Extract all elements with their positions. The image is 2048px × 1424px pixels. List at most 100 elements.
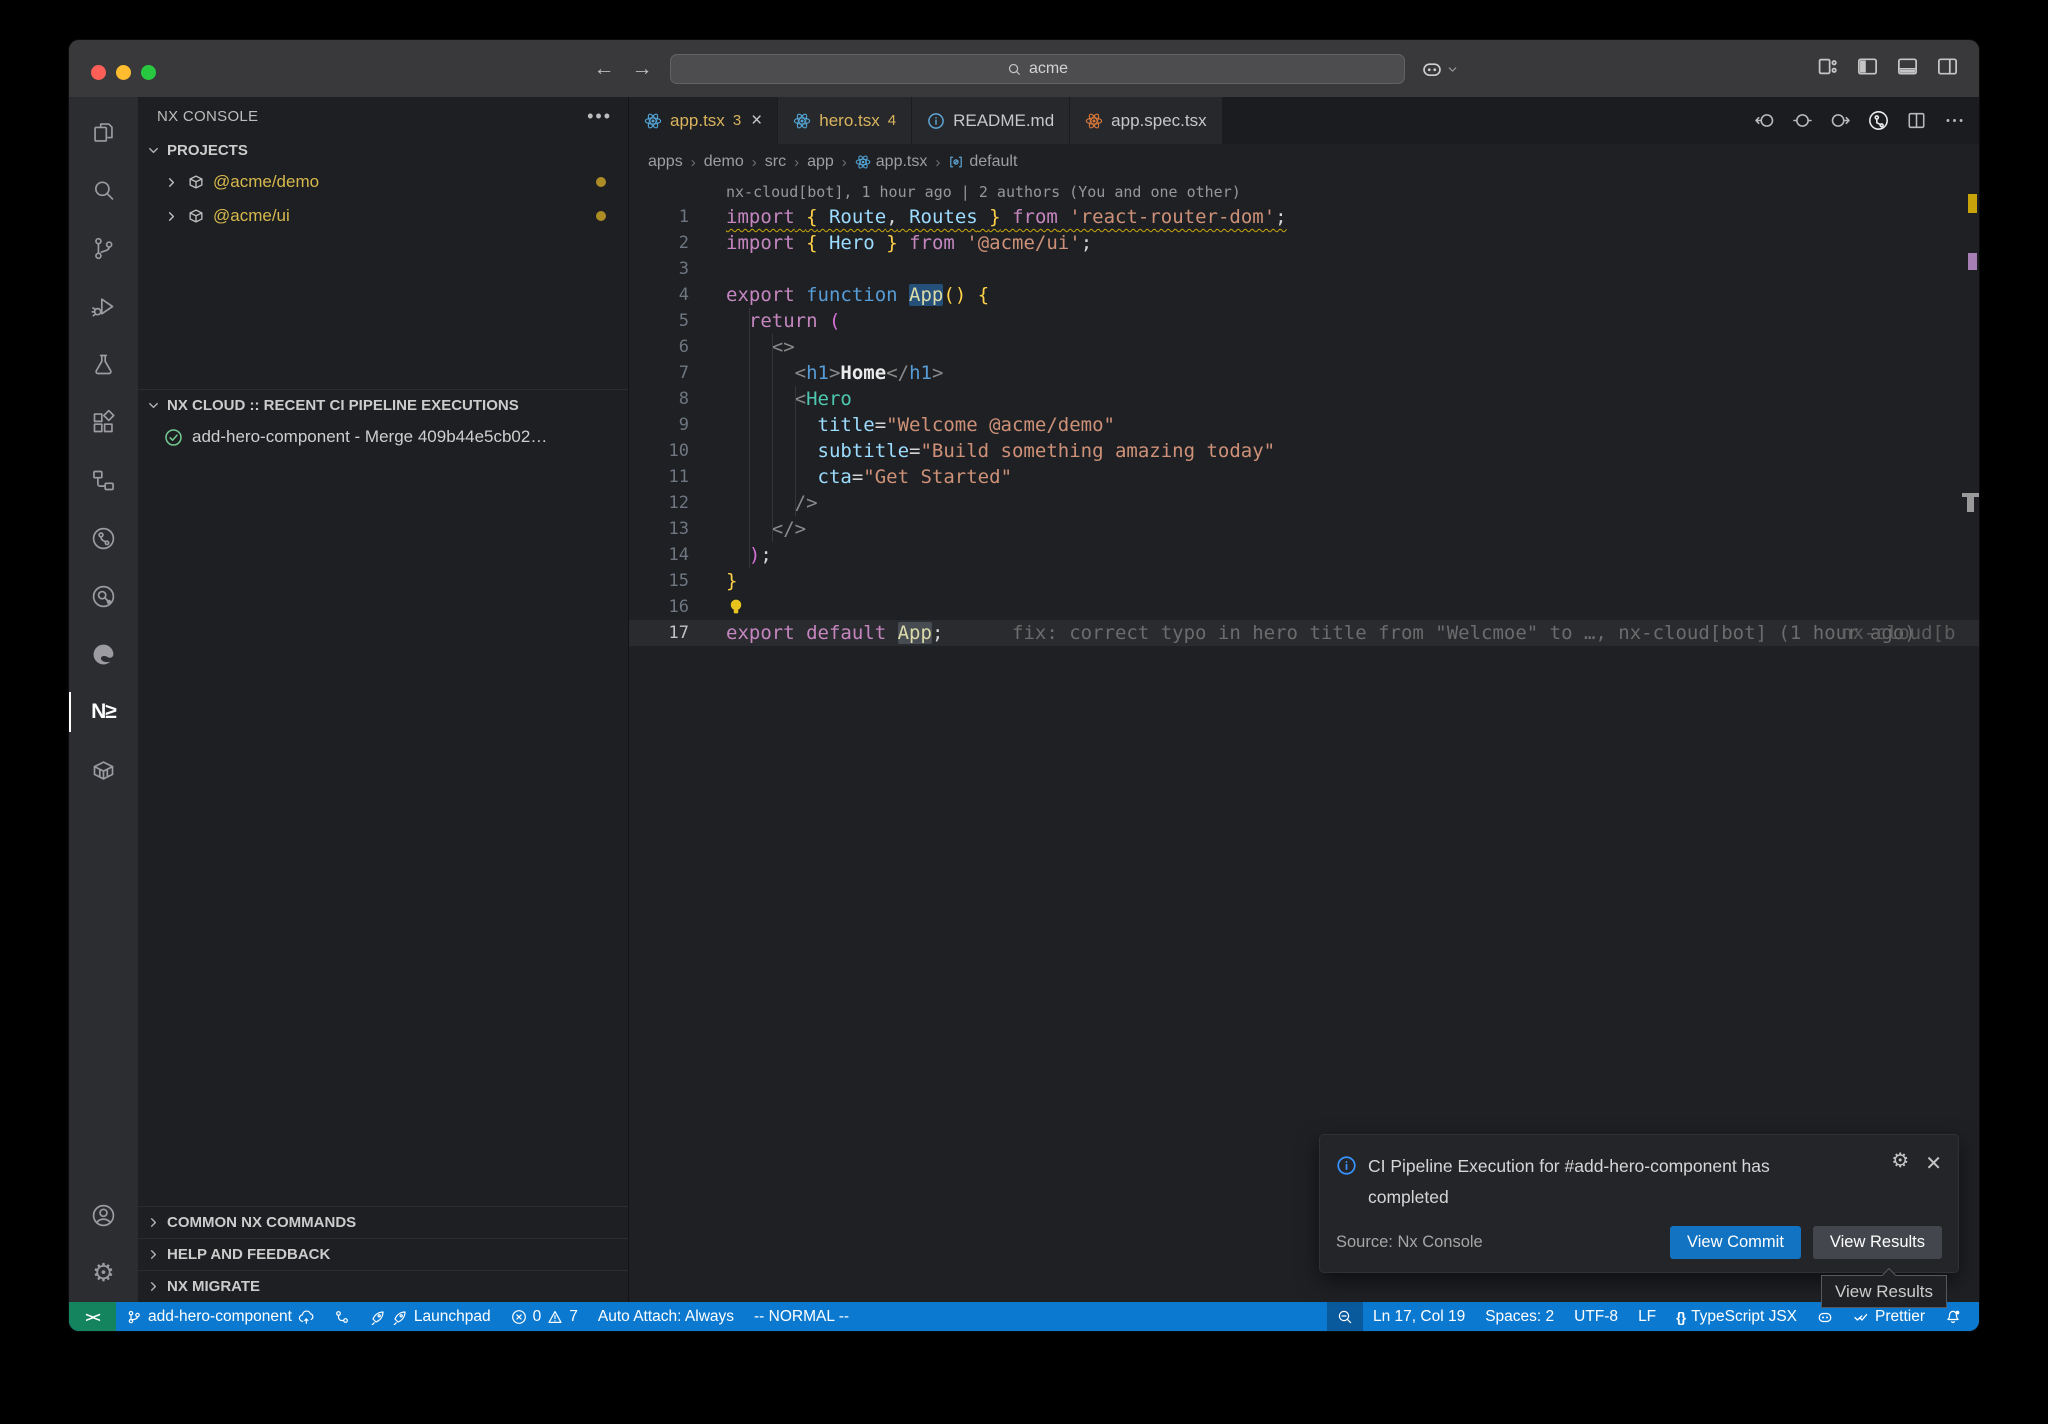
dirty-count-badge: 3	[733, 112, 741, 129]
code-line-15[interactable]: 15}	[629, 568, 1979, 594]
code-line-10[interactable]: 10 subtitle="Build something amazing tod…	[629, 438, 1979, 464]
close-icon[interactable]: ✕	[1925, 1151, 1942, 1213]
minimize-window-button[interactable]	[116, 65, 131, 80]
nav-fwd-circle-icon[interactable]	[1830, 110, 1851, 131]
line-number: 4	[629, 282, 689, 308]
layout-controls	[1816, 55, 1959, 78]
tab-app-tsx[interactable]: app.tsx3×	[629, 97, 778, 144]
sidebar-section-nx-cloud-executions[interactable]: NX CLOUD :: RECENT CI PIPELINE EXECUTION…	[138, 390, 628, 420]
sidebar-section-nx-migrate[interactable]: NX MIGRATE	[138, 1270, 628, 1302]
ellipsis-icon[interactable]	[1944, 110, 1965, 131]
code-line-13[interactable]: 13 </>	[629, 516, 1979, 542]
code-line-11[interactable]: 11 cta="Get Started"	[629, 464, 1979, 490]
status-item-indentation[interactable]: Spaces: 2	[1475, 1302, 1564, 1331]
status-item-auto-attach[interactable]: Auto Attach: Always	[588, 1302, 744, 1331]
history-forward-button[interactable]: →	[628, 55, 656, 83]
status-item-branch[interactable]: add-hero-component	[116, 1302, 324, 1331]
status-item-cursor-position[interactable]: Ln 17, Col 19	[1363, 1302, 1475, 1331]
section-label: COMMON NX COMMANDS	[167, 1214, 356, 1231]
toggle-primary-sidebar-icon[interactable]	[1856, 55, 1879, 78]
code-line-12[interactable]: 12 />	[629, 490, 1979, 516]
notification-settings-icon[interactable]: ⚙	[1891, 1151, 1909, 1213]
breadcrumb-item-demo[interactable]: demo	[704, 153, 744, 171]
activity-bar-item-nx-graph-search[interactable]	[69, 567, 138, 625]
status-item-problems[interactable]: 07	[501, 1302, 588, 1331]
sidebar-section-common-nx-commands[interactable]: COMMON NX COMMANDS	[138, 1206, 628, 1238]
activity-bar-item-search[interactable]	[69, 161, 138, 219]
command-center-search[interactable]: acme	[670, 54, 1405, 84]
code-line-1[interactable]: 1import { Route, Routes } from 'react-ro…	[629, 204, 1979, 230]
project-item--acme-ui[interactable]: @acme/ui	[138, 199, 628, 233]
sidebar-section-help-and-feedback[interactable]: HELP AND FEEDBACK	[138, 1238, 628, 1270]
toggle-secondary-sidebar-icon[interactable]	[1936, 55, 1959, 78]
remote-indicator[interactable]: ><	[69, 1302, 116, 1331]
code-line-14[interactable]: 14 );	[629, 542, 1979, 568]
status-item-language-mode[interactable]: {}TypeScript JSX	[1666, 1302, 1807, 1331]
breadcrumb-label: src	[765, 153, 786, 171]
status-label: add-hero-component	[148, 1308, 292, 1326]
containers-icon	[90, 757, 117, 784]
status-item-launchpad[interactable]: Launchpad	[360, 1302, 501, 1331]
close-tab-icon[interactable]: ×	[751, 110, 762, 132]
lightbulb-icon[interactable]	[726, 597, 746, 617]
maximize-window-button[interactable]	[141, 65, 156, 80]
activity-bar-item-nx-console[interactable]: N≥	[69, 683, 138, 741]
copilot-menu-button[interactable]	[1421, 54, 1459, 84]
status-label: 7	[569, 1308, 578, 1326]
status-item-vim-mode[interactable]: -- NORMAL --	[744, 1302, 859, 1331]
sidebar-section-projects[interactable]: PROJECTS	[138, 135, 628, 165]
breadcrumb-item-app[interactable]: app	[807, 153, 834, 171]
status-item-eol[interactable]: LF	[1628, 1302, 1666, 1331]
tab-README-md[interactable]: README.md	[912, 97, 1070, 144]
activity-bar-item-source-control[interactable]	[69, 219, 138, 277]
code-line-5[interactable]: 5 return (	[629, 308, 1979, 334]
code-line-7[interactable]: 7 <h1>Home</h1>	[629, 360, 1979, 386]
code-line-3[interactable]: 3	[629, 256, 1979, 282]
view-commit-button[interactable]: View Commit	[1670, 1226, 1801, 1259]
activity-bar-item-testing[interactable]	[69, 335, 138, 393]
code-line-2[interactable]: 2import { Hero } from '@acme/ui';	[629, 230, 1979, 256]
breadcrumb-item-src[interactable]: src	[765, 153, 786, 171]
activity-bar-item-explorer[interactable]	[69, 103, 138, 161]
zoom-out-icon	[1337, 1309, 1353, 1325]
project-item--acme-demo[interactable]: @acme/demo	[138, 165, 628, 199]
nav-circle-icon[interactable]	[1792, 110, 1813, 131]
status-item-encoding[interactable]: UTF-8	[1564, 1302, 1628, 1331]
code-line-8[interactable]: 8 <Hero	[629, 386, 1979, 412]
blame-overflow-text: nx-cloud[b	[1841, 620, 1963, 646]
breadcrumb-item-apps[interactable]: apps	[648, 153, 683, 171]
status-item-git-graph[interactable]	[324, 1302, 360, 1331]
code-line-9[interactable]: 9 title="Welcome @acme/demo"	[629, 412, 1979, 438]
activity-bar-item-extensions[interactable]	[69, 393, 138, 451]
status-item-zoom-indicator[interactable]	[1327, 1302, 1363, 1331]
activity-bar-item-settings[interactable]: ⚙	[69, 1244, 138, 1302]
more-actions-icon[interactable]: •••	[587, 106, 612, 127]
codelens-blame[interactable]: nx-cloud[bot], 1 hour ago | 2 authors (Y…	[726, 181, 1241, 203]
line-number: 14	[629, 542, 689, 568]
activity-bar-item-references[interactable]	[69, 451, 138, 509]
activity-bar-item-run-and-debug[interactable]	[69, 277, 138, 335]
tab-hero-tsx[interactable]: hero.tsx4	[778, 97, 912, 144]
activity-bar-item-account[interactable]	[69, 1186, 138, 1244]
breadcrumb-item-default[interactable]: default	[948, 153, 1017, 171]
code-line-17[interactable]: 17export default App; fix: correct typo …	[629, 620, 1979, 646]
code-line-4[interactable]: 4export function App() {	[629, 282, 1979, 308]
nav-back-circle-icon[interactable]	[1754, 110, 1775, 131]
code-line-16[interactable]: 16	[629, 594, 1979, 620]
tab-app-spec-tsx[interactable]: app.spec.tsx	[1070, 97, 1222, 144]
activity-bar-item-containers[interactable]	[69, 741, 138, 799]
history-back-button[interactable]: ←	[590, 55, 618, 83]
toggle-panel-icon[interactable]	[1896, 55, 1919, 78]
activity-bar-item-edge-browser[interactable]	[69, 625, 138, 683]
split-editor-icon[interactable]	[1906, 110, 1927, 131]
symbol-module-icon	[948, 154, 964, 170]
run-graph-circle-icon[interactable]	[1868, 110, 1889, 131]
ci-pipeline-execution-item[interactable]: add-hero-component - Merge 409b44e5cb02…	[138, 420, 628, 454]
activity-bar-item-nx-run[interactable]	[69, 509, 138, 567]
view-results-button[interactable]: View Results	[1813, 1226, 1942, 1259]
close-window-button[interactable]	[91, 65, 106, 80]
customize-layout-icon[interactable]	[1816, 55, 1839, 78]
nx-graph-search-icon	[90, 583, 117, 610]
code-line-6[interactable]: 6 <>	[629, 334, 1979, 360]
breadcrumb-item-app-tsx[interactable]: app.tsx	[855, 153, 928, 171]
